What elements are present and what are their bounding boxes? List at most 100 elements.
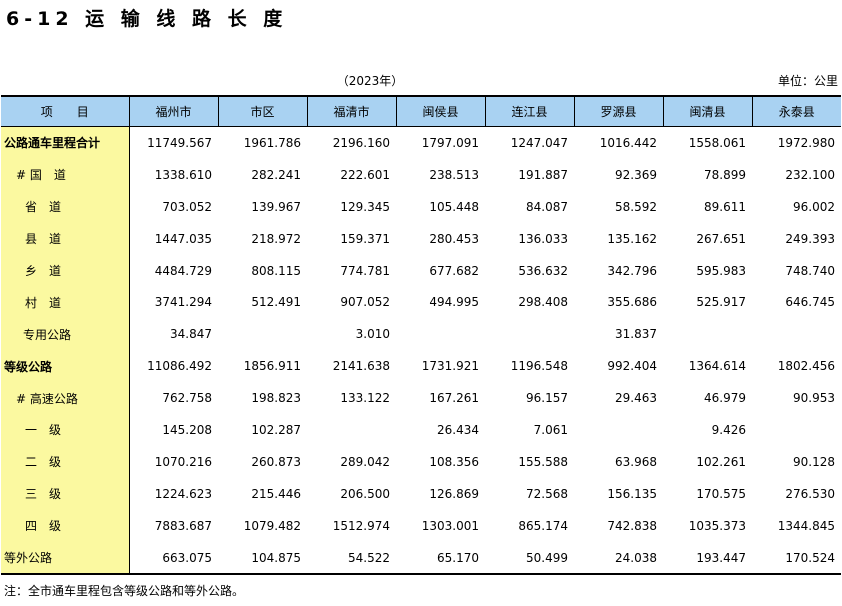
table-row: 等外公路 663.075 104.875 54.522 65.170 50.499 24.0… [1,541,841,575]
table-cell [218,318,307,350]
column-header: 闽清县 [662,95,752,127]
table-cell: 104.875 [251,550,301,565]
table-cell: 1972.980 [777,135,835,150]
footnote: 注：全市通车里程包含等级公路和等外公路。 [4,584,245,598]
table-cell: 4484.729 [154,263,212,278]
table-cell: 238.513 [429,167,479,182]
data-table: 项 目 福州市 市区 福清市 闽侯县 连江县 罗源县 闽清县 永泰县 公路通车里… [1,95,841,576]
table-row: 四 级 7883.687 1079.482 1512.974 1303.001 865.1… [1,509,841,542]
table-cell: 267.651 [696,231,746,246]
table-cell: 742.838 [607,518,657,533]
table-cell: 3741.294 [154,295,212,310]
table-cell: 63.968 [615,454,657,469]
unit-label: 单位：公里 [777,74,838,88]
column-header: 罗源县 [573,95,663,127]
table-row: 县 道 1447.035 218.972 159.371 280.453 136.033 1… [1,222,841,255]
table-cell: 1070.216 [154,454,212,469]
table-cell: 11749.567 [147,135,212,150]
table-cell: 276.530 [785,486,835,501]
row-label: 等外公路 [1,541,130,575]
table-cell: 282.241 [251,167,301,182]
table-cell: 102.261 [696,454,746,469]
column-header: 闽侯县 [395,95,485,127]
table-cell: 1016.442 [599,135,657,150]
row-label: 四 级 [1,509,130,542]
table-cell: 193.447 [696,550,746,565]
table-cell [396,318,485,350]
table-cell: 2196.160 [332,135,390,150]
table-cell: 96.157 [526,391,568,406]
row-label: # 高速公路 [1,382,130,415]
page-title: 6-12 运 输 线 路 长 度 [6,8,288,30]
year-note: （2023年） [336,74,404,88]
table-row: 二 级 1070.216 260.873 289.042 108.356 155.588 6… [1,445,841,478]
table-cell: 92.369 [615,167,657,182]
table-cell: 1247.047 [510,135,568,150]
column-header: 福州市 [128,95,218,127]
table-cell: 677.682 [429,263,479,278]
table-cell: 72.568 [526,486,568,501]
table-cell: 1961.786 [243,135,301,150]
table-cell: 3.010 [355,327,390,342]
table-cell: 155.588 [518,454,568,469]
table-cell [752,318,841,350]
table-cell: 126.869 [429,486,479,501]
row-label: 一 级 [1,414,130,446]
table-cell: 1447.035 [154,231,212,246]
table-cell: 159.371 [340,231,390,246]
table-cell: 1797.091 [421,135,479,150]
table-cell: 222.601 [340,167,390,182]
table-cell: 1338.610 [154,167,212,182]
table-cell: 355.686 [607,295,657,310]
table-cell: 1802.456 [777,359,835,374]
table-cell: 342.796 [607,263,657,278]
table-cell: 774.781 [340,263,390,278]
column-header: 连江县 [484,95,574,127]
row-label: 专用公路 [1,318,130,351]
table-body: 公路通车里程合计 11749.567 1961.786 2196.160 1797.09… [1,126,841,575]
table-cell: 494.995 [429,295,479,310]
table-cell: 24.038 [615,550,657,565]
column-header: 福清市 [306,95,396,127]
table-row: 乡 道 4484.729 808.115 774.781 677.682 536.632 3… [1,254,841,287]
table-cell: 108.356 [429,454,479,469]
table-cell: 865.174 [518,518,568,533]
table-cell: 156.135 [607,486,657,501]
row-label: 三 级 [1,477,130,510]
table-cell: 133.122 [340,391,390,406]
table-cell: 992.404 [607,359,657,374]
table-cell: 29.463 [615,391,657,406]
table-cell: 1344.845 [777,518,835,533]
table-cell [752,414,841,446]
table-cell: 198.823 [251,391,301,406]
table-cell: 139.967 [251,199,301,214]
table-row: 等级公路 11086.492 1856.911 2141.638 1731.921 119… [1,350,841,383]
table-cell: 89.611 [704,199,746,214]
table-cell: 170.524 [785,550,835,565]
table-cell: 136.033 [518,231,568,246]
table-row: 村 道 3741.294 512.491 907.052 494.995 298.408 3… [1,286,841,319]
table-cell: 31.837 [615,327,657,342]
table-cell: 232.100 [785,167,835,182]
table-cell: 1196.548 [510,359,568,374]
table-cell: 7883.687 [154,518,212,533]
row-label: 等级公路 [1,350,130,383]
table-cell: 663.075 [162,550,212,565]
table-cell: 762.758 [162,391,212,406]
table-cell [307,414,396,446]
table-row: # 国 道 1338.610 282.241 222.601 238.513 191.88… [1,158,841,191]
table-cell: 512.491 [251,295,301,310]
row-label: 公路通车里程合计 [1,126,130,159]
table-cell: 26.434 [437,422,479,437]
table-cell: 1079.482 [243,518,301,533]
table-cell: 1364.614 [688,359,746,374]
table-cell: 1512.974 [332,518,390,533]
header-row: 项 目 福州市 市区 福清市 闽侯县 连江县 罗源县 闽清县 永泰县 [1,95,841,127]
table-cell: 9.426 [711,422,746,437]
table-cell: 90.128 [793,454,835,469]
table-cell: 78.899 [704,167,746,182]
table-cell: 34.847 [170,327,212,342]
table-cell: 102.287 [251,422,301,437]
row-label: # 国 道 [1,158,130,191]
row-label: 乡 道 [1,254,130,287]
